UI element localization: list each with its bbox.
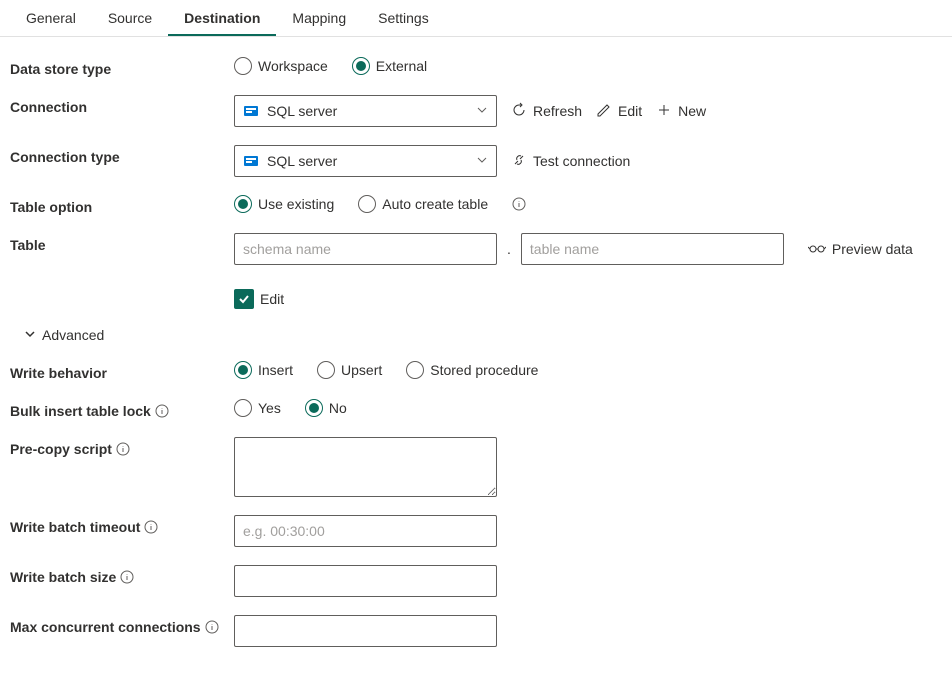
radio-insert-label: Insert	[258, 362, 293, 378]
write-batch-timeout-input[interactable]	[234, 515, 497, 547]
connection-icon	[511, 152, 527, 171]
new-label: New	[678, 103, 706, 119]
form-body: Data store type Workspace External Conne…	[0, 37, 952, 685]
schema-name-input[interactable]	[234, 233, 497, 265]
max-concurrent-connections-input[interactable]	[234, 615, 497, 647]
label-connection-type: Connection type	[10, 145, 234, 165]
label-data-store-type: Data store type	[10, 57, 234, 77]
tab-settings[interactable]: Settings	[362, 0, 445, 36]
preview-data-button[interactable]: Preview data	[808, 241, 913, 258]
sql-server-icon	[243, 153, 259, 169]
tab-source[interactable]: Source	[92, 0, 168, 36]
chevron-down-icon	[476, 103, 488, 119]
label-max-concurrent-connections: Max concurrent connections	[10, 615, 234, 635]
edit-checkbox[interactable]: Edit	[234, 289, 284, 309]
label-table-option: Table option	[10, 195, 234, 215]
refresh-button[interactable]: Refresh	[511, 102, 582, 121]
new-button[interactable]: New	[656, 102, 706, 121]
edit-label: Edit	[618, 103, 642, 119]
radio-stored-procedure-label: Stored procedure	[430, 362, 538, 378]
advanced-label: Advanced	[42, 327, 104, 343]
table-name-input[interactable]	[521, 233, 784, 265]
label-write-batch-size: Write batch size	[10, 565, 234, 585]
radio-upsert[interactable]: Upsert	[317, 361, 382, 379]
select-connection[interactable]: SQL server	[234, 95, 497, 127]
radio-insert[interactable]: Insert	[234, 361, 293, 379]
tab-destination[interactable]: Destination	[168, 0, 276, 36]
radio-use-existing-label: Use existing	[258, 196, 334, 212]
sql-server-icon	[243, 103, 259, 119]
edit-checkbox-label: Edit	[260, 291, 284, 307]
chevron-down-icon	[24, 327, 36, 343]
advanced-toggle[interactable]: Advanced	[10, 327, 104, 343]
info-icon[interactable]	[116, 442, 130, 456]
label-write-behavior: Write behavior	[10, 361, 234, 381]
radio-workspace-label: Workspace	[258, 58, 328, 74]
tab-bar: General Source Destination Mapping Setti…	[0, 0, 952, 37]
test-connection-button[interactable]: Test connection	[511, 152, 630, 171]
radio-auto-create-table[interactable]: Auto create table	[358, 195, 488, 213]
preview-data-label: Preview data	[832, 241, 913, 257]
radio-workspace[interactable]: Workspace	[234, 57, 328, 75]
test-connection-label: Test connection	[533, 153, 630, 169]
dot-separator: .	[507, 241, 511, 257]
label-write-batch-timeout: Write batch timeout	[10, 515, 234, 535]
tab-mapping[interactable]: Mapping	[276, 0, 362, 36]
radio-yes-label: Yes	[258, 400, 281, 416]
select-connection-type-value: SQL server	[267, 153, 337, 169]
refresh-icon	[511, 102, 527, 121]
refresh-label: Refresh	[533, 103, 582, 119]
tab-general[interactable]: General	[10, 0, 92, 36]
edit-button[interactable]: Edit	[596, 102, 642, 121]
plus-icon	[656, 102, 672, 121]
radio-no[interactable]: No	[305, 399, 347, 417]
radio-external[interactable]: External	[352, 57, 427, 75]
chevron-down-icon	[476, 153, 488, 169]
radio-external-label: External	[376, 58, 427, 74]
pre-copy-script-input[interactable]	[234, 437, 497, 497]
radio-yes[interactable]: Yes	[234, 399, 281, 417]
radio-no-label: No	[329, 400, 347, 416]
select-connection-type[interactable]: SQL server	[234, 145, 497, 177]
radio-use-existing[interactable]: Use existing	[234, 195, 334, 213]
info-icon[interactable]	[205, 620, 219, 634]
info-icon[interactable]	[120, 570, 134, 584]
write-batch-size-input[interactable]	[234, 565, 497, 597]
glasses-icon	[808, 241, 826, 258]
label-bulk-insert-table-lock: Bulk insert table lock	[10, 399, 234, 419]
info-icon[interactable]	[155, 404, 169, 418]
label-connection: Connection	[10, 95, 234, 115]
select-connection-value: SQL server	[267, 103, 337, 119]
check-icon	[237, 292, 251, 306]
pencil-icon	[596, 102, 612, 121]
label-pre-copy-script: Pre-copy script	[10, 437, 234, 457]
radio-stored-procedure[interactable]: Stored procedure	[406, 361, 538, 379]
label-table: Table	[10, 233, 234, 253]
radio-upsert-label: Upsert	[341, 362, 382, 378]
info-icon[interactable]	[144, 520, 158, 534]
info-icon[interactable]	[512, 197, 526, 211]
radio-auto-create-table-label: Auto create table	[382, 196, 488, 212]
